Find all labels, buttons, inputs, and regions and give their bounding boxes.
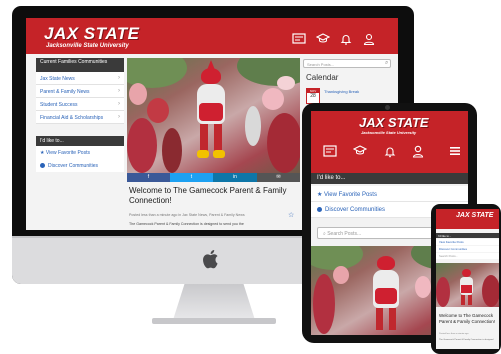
brand-logo[interactable]: JAX STATE <box>456 212 493 219</box>
sidebar-title: Current Families Communities <box>36 58 124 72</box>
sidebar-item-label: Financial Aid & Scholarships <box>40 115 104 121</box>
sidebar-item-student-success[interactable]: Student Success › <box>36 98 124 111</box>
discover-communities-link[interactable]: Discover Communities <box>36 159 124 172</box>
check-circle-icon <box>40 163 45 169</box>
dashboard-icon[interactable] <box>292 33 306 45</box>
graduation-cap-icon[interactable] <box>352 145 368 159</box>
hamburger-menu-icon[interactable] <box>448 145 462 159</box>
brand-subtitle: Jacksonville State University <box>361 130 417 135</box>
brand-logo[interactable]: JAX STATE <box>359 115 429 130</box>
apple-logo-icon <box>203 249 221 269</box>
sidebar-item-parent-family-news[interactable]: Parent & Family News › <box>36 85 124 98</box>
bell-icon[interactable] <box>339 33 353 45</box>
user-icon[interactable] <box>362 33 376 46</box>
calendar-date-badge[interactable]: NOV 28 <box>306 88 320 104</box>
search-icon: ⌕ <box>385 60 389 66</box>
calendar-event-link[interactable]: Thanksgiving Break <box>324 89 359 94</box>
favorite-star-icon[interactable]: ☆ <box>288 211 294 219</box>
chevron-right-icon: › <box>118 88 120 94</box>
chevron-right-icon: › <box>118 101 120 107</box>
facebook-share-button[interactable]: f <box>127 173 170 182</box>
link-label: View Favorite Posts <box>45 150 90 156</box>
like-to-title: I'd like to... <box>436 233 499 238</box>
view-favorite-posts-link[interactable]: ★ View Favorite Posts <box>36 146 124 159</box>
sidebar-item-label: Jax State News <box>40 76 75 82</box>
like-to-title: I'd like to... <box>311 173 468 184</box>
star-icon: ★ <box>317 192 325 198</box>
sidebar-item-label: Student Success <box>40 102 78 108</box>
dashboard-icon[interactable] <box>323 145 337 159</box>
imac-stand-neck <box>173 284 255 320</box>
hero-photo <box>436 263 499 307</box>
tablet-camera <box>385 105 390 110</box>
post-title[interactable]: Welcome to The Gamecock Parent & Family … <box>439 313 497 324</box>
chevron-right-icon: › <box>118 75 120 81</box>
link-label: View Favorite Posts <box>324 192 377 198</box>
imac-stand-foot <box>152 318 276 324</box>
post-meta: Posted less than a minute ago <box>439 333 469 335</box>
share-bar: f t in ✉ <box>127 173 300 182</box>
view-favorite-posts-link[interactable]: View Favorite Posts <box>436 239 499 245</box>
search-input[interactable]: Search Posts... <box>303 59 391 68</box>
view-favorite-posts-link[interactable]: ★ View Favorite Posts <box>311 186 468 202</box>
post-meta: Posted less than a minute ago in Jax Sta… <box>129 213 245 217</box>
sidebar-item-financial-aid[interactable]: Financial Aid & Scholarships › <box>36 111 124 124</box>
search-input[interactable]: Search Posts... <box>436 253 499 259</box>
graduation-cap-icon[interactable] <box>315 33 331 45</box>
brand-logo[interactable]: JAX STATE <box>44 24 140 44</box>
phone-screen: JAX STATE I'd like to... View Favorite P… <box>436 209 499 349</box>
link-label: Discover Communities <box>48 163 99 169</box>
calendar-day: 28 <box>310 93 316 99</box>
twitter-share-button[interactable]: t <box>170 173 213 182</box>
sidebar-item-jax-state-news[interactable]: Jax State News › <box>36 72 124 85</box>
linkedin-share-button[interactable]: in <box>213 173 257 182</box>
check-circle-icon <box>317 207 322 212</box>
link-label: Discover Communities <box>325 207 386 214</box>
email-share-button[interactable]: ✉ <box>257 173 300 182</box>
calendar-title: Calendar <box>306 73 339 82</box>
sidebar-item-label: Parent & Family News <box>40 89 90 95</box>
like-to-title: I'd like to... <box>36 136 124 146</box>
search-placeholder: Search Posts... <box>327 231 362 237</box>
user-icon[interactable] <box>411 145 425 159</box>
hero-photo <box>127 58 300 173</box>
brand-subtitle: Jacksonville State University <box>46 43 129 49</box>
post-intro: The Gamecock Parent & Family Connection … <box>439 339 494 341</box>
chevron-right-icon: › <box>118 114 120 120</box>
discover-communities-link[interactable]: Discover Communities <box>436 246 499 252</box>
bell-icon[interactable] <box>383 145 397 159</box>
post-intro: The Gamecock Parent & Family Connection … <box>129 222 244 226</box>
post-title[interactable]: Welcome to The Gamecock Parent & Family … <box>129 186 297 206</box>
